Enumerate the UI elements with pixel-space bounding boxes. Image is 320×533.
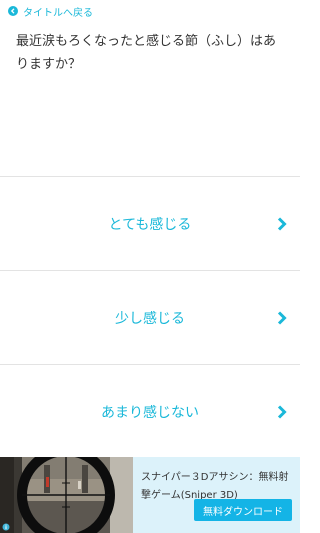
answer-option-not-much[interactable]: あまり感じない <box>0 364 300 458</box>
ad-info-icon[interactable] <box>2 523 10 531</box>
chevron-right-icon <box>277 310 287 325</box>
chevron-right-icon <box>277 404 287 419</box>
answer-list: とても感じる 少し感じる あまり感じない <box>0 176 300 458</box>
ad-download-button[interactable]: 無料ダウンロード <box>194 499 292 521</box>
answer-label: 少し感じる <box>115 310 185 327</box>
ad-banner[interactable]: スナイパー３Dアサシン：無料射撃ゲーム(Sniper 3D) 無料ダウンロード <box>0 457 300 533</box>
back-to-title-link[interactable]: タイトルへ戻る <box>0 0 300 22</box>
back-to-title-label: タイトルへ戻る <box>23 7 93 19</box>
question-text: 最近涙もろくなったと感じる節（ふし）はありますか？ <box>16 34 277 72</box>
answer-label: とても感じる <box>108 216 192 233</box>
answer-option-a-little[interactable]: 少し感じる <box>0 270 300 364</box>
ad-game-image[interactable] <box>0 457 133 533</box>
answer-label: あまり感じない <box>101 404 199 421</box>
answer-option-very-much[interactable]: とても感じる <box>0 176 300 270</box>
chevron-left-circle-icon <box>8 6 18 16</box>
chevron-right-icon <box>277 216 287 231</box>
